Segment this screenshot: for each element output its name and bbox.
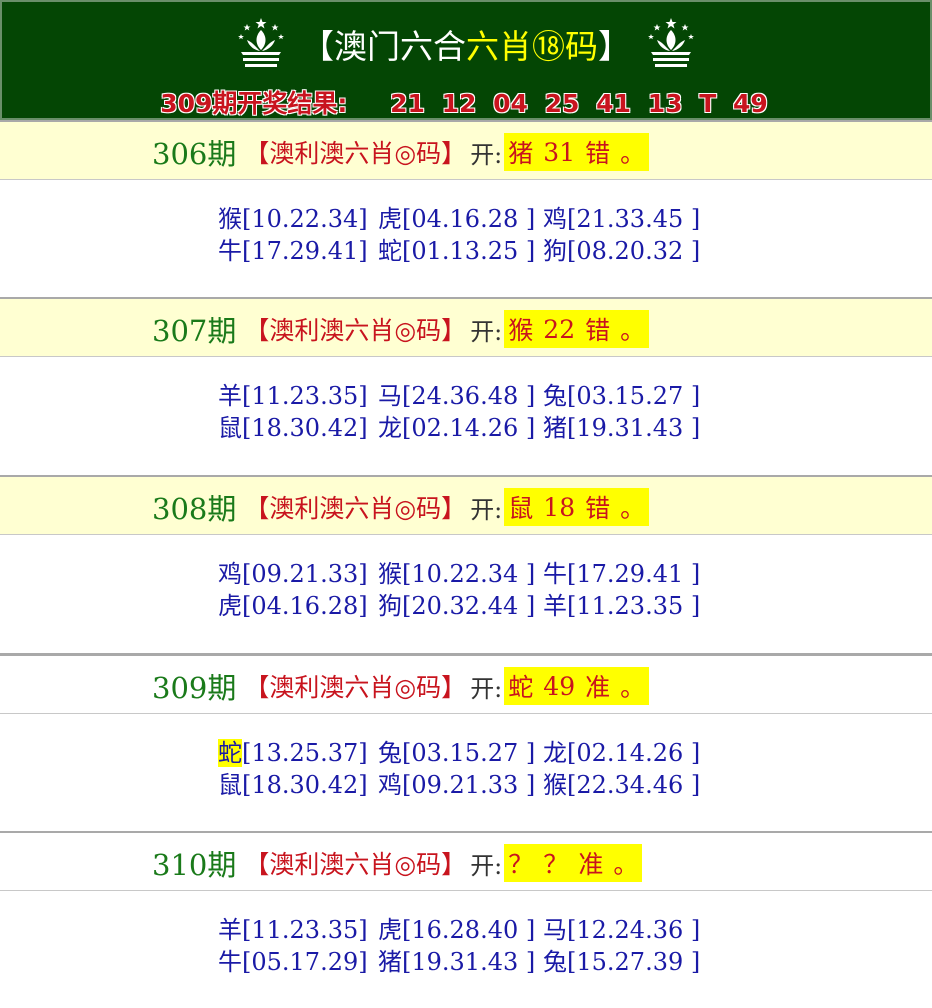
title-row: 【澳门六合六肖⑱码】 [2,12,930,76]
open-label: 开: [470,140,503,169]
issue-header: 309期 【澳利澳六肖◎码】 开: 蛇 49 准。 [0,654,932,714]
prediction-body: 猴[10.22.34] 虎[04.16.28 ] 鸡[21.33.45 ] 牛[… [0,180,932,300]
result-number: 41 [596,89,631,118]
issue-number: 310期 [152,848,237,882]
prediction-cell: 龙[02.14.26 ] [378,414,536,442]
open-result-highlight: ？？准。 [504,844,643,882]
prediction-grid: 羊[11.23.35] 虎[16.28.40 ] 马[12.24.36 ] 牛[… [218,915,701,977]
prediction-cell: 猴[22.34.46 ] [543,771,701,799]
prediction-cell: 猪[19.31.43 ] [543,414,701,442]
prediction-grid: 蛇[13.25.37] 兔[03.15.27 ] 龙[02.14.26 ] 鼠[… [218,738,701,800]
prediction-cell: 牛[05.17.29] [218,948,368,976]
result-special-marker: T [699,89,717,118]
open-result-highlight: 猴 22 错。 [504,310,650,348]
prediction-cell: 蛇[13.25.37] [218,739,368,767]
prediction-cell: 狗[20.32.44 ] [378,592,536,620]
draw-result: 309期开奖结果: 21 12 04 25 41 13 T 49 [2,84,930,120]
prediction-cell: 马[12.24.36 ] [543,916,701,944]
issue-header: 310期 【澳利澳六肖◎码】 开: ？？准。 [0,831,932,891]
result-number: 13 [647,89,683,118]
prediction-cell: 马[24.36.48 ] [378,382,536,410]
open-label: 开: [470,674,503,703]
brand-label: 【澳利澳六肖◎码】 [244,850,467,879]
result-number: 04 [493,89,528,118]
prediction-cell: 蛇[01.13.25 ] [378,237,536,265]
brand-label: 【澳利澳六肖◎码】 [244,139,467,168]
prediction-cell: 兔[15.27.39 ] [543,948,701,976]
prediction-cell: 猴[10.22.34 ] [378,560,536,588]
prediction-cell: 鼠[18.30.42] [218,771,368,799]
prediction-cell: 牛[17.29.41] [218,237,368,265]
prediction-cell: 虎[16.28.40 ] [378,916,536,944]
prediction-body: 羊[11.23.35] 马[24.36.48 ] 兔[03.15.27 ] 鼠[… [0,357,932,477]
open-result-highlight: 猪 31 错。 [504,133,650,171]
open-label: 开: [470,851,503,880]
brand-label: 【澳利澳六肖◎码】 [244,316,467,345]
open-label: 开: [470,495,503,524]
issue-header: 306期 【澳利澳六肖◎码】 开: 猪 31 错。 [0,120,932,180]
issue-header: 307期 【澳利澳六肖◎码】 开: 猴 22 错。 [0,297,932,357]
prediction-cell: 龙[02.14.26 ] [543,739,701,767]
highlighted-zodiac: 蛇 [218,739,242,767]
issue-number: 308期 [152,492,237,526]
open-result-highlight: 鼠 18 错。 [504,488,650,526]
result-number: 12 [441,89,477,118]
draw-result-label: 309期开奖结果: [160,89,348,118]
prediction-grid: 鸡[09.21.33] 猴[10.22.34 ] 牛[17.29.41 ] 虎[… [218,559,701,621]
prediction-cell: 羊[11.23.35 ] [543,592,701,620]
lotus-emblem-icon [648,18,694,67]
result-number: 25 [544,89,580,118]
prediction-body: 鸡[09.21.33] 猴[10.22.34 ] 牛[17.29.41 ] 虎[… [0,535,932,655]
prediction-cell: 兔[03.15.27 ] [378,739,536,767]
prediction-cell: 兔[03.15.27 ] [543,382,701,410]
result-number: 21 [390,89,425,118]
prediction-body: 羊[11.23.35] 虎[16.28.40 ] 马[12.24.36 ] 牛[… [0,891,932,1008]
prediction-cell: 鸡[21.33.45 ] [543,205,701,233]
page-title: 【澳门六合六肖⑱码】 [301,27,631,66]
prediction-grid: 羊[11.23.35] 马[24.36.48 ] 兔[03.15.27 ] 鼠[… [218,381,701,443]
page-header: 【澳门六合六肖⑱码】 309期开奖结果: 21 12 04 25 41 13 T… [0,0,932,120]
brand-label: 【澳利澳六肖◎码】 [244,673,467,702]
prediction-cell: 鼠[18.30.42] [218,414,368,442]
prediction-cell: 羊[11.23.35] [218,916,368,944]
brand-label: 【澳利澳六肖◎码】 [244,494,467,523]
prediction-cell: 虎[04.16.28] [218,592,368,620]
result-special-number: 49 [732,89,768,118]
lotus-emblem-icon [238,18,284,67]
prediction-body: 蛇[13.25.37] 兔[03.15.27 ] 龙[02.14.26 ] 鼠[… [0,714,932,834]
open-result-highlight: 蛇 49 准。 [504,667,650,705]
prediction-cell: 猴[10.22.34] [218,205,368,233]
issue-number: 306期 [152,137,237,171]
prediction-cell: 狗[08.20.32 ] [543,237,701,265]
prediction-cell: 虎[04.16.28 ] [378,205,536,233]
prediction-cell: 羊[11.23.35] [218,382,368,410]
prediction-cell: 鸡[09.21.33 ] [378,771,536,799]
prediction-cell: 鸡[09.21.33] [218,560,368,588]
open-label: 开: [470,317,503,346]
issue-number: 309期 [152,671,237,705]
prediction-cell: 猪[19.31.43 ] [378,948,536,976]
prediction-cell: 牛[17.29.41 ] [543,560,701,588]
prediction-grid: 猴[10.22.34] 虎[04.16.28 ] 鸡[21.33.45 ] 牛[… [218,204,701,266]
issue-header: 308期 【澳利澳六肖◎码】 开: 鼠 18 错。 [0,475,932,535]
draw-result-numbers: 21 12 04 25 41 13 T 49 [386,89,772,118]
issue-number: 307期 [152,314,237,348]
